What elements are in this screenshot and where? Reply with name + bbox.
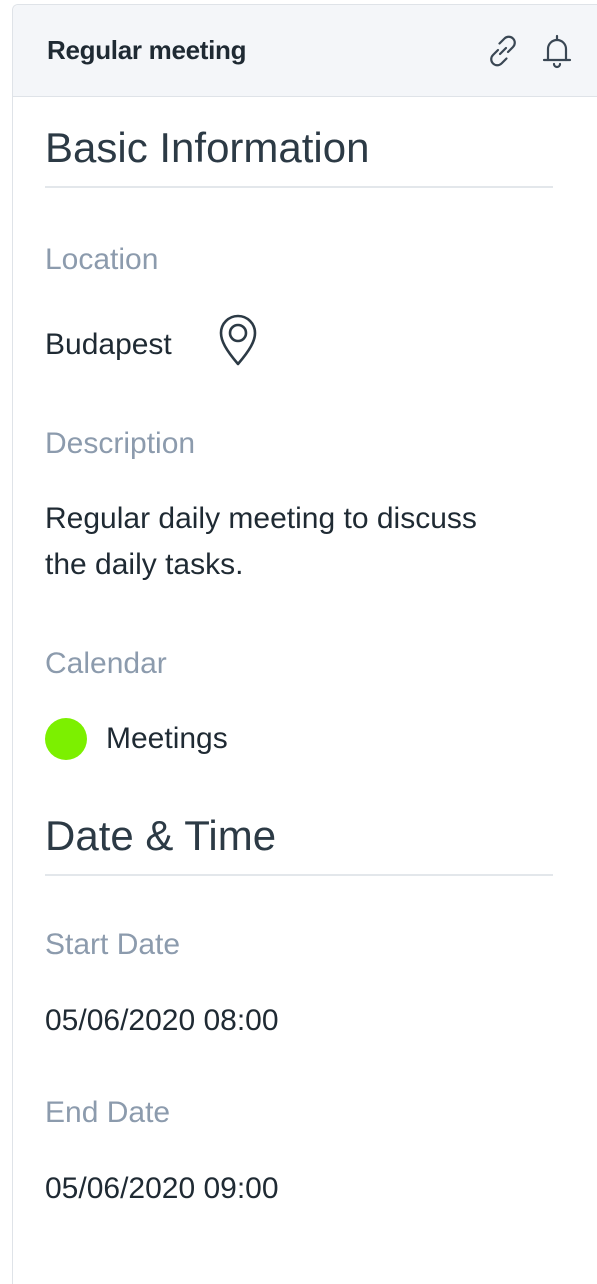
location-label: Location: [45, 243, 159, 276]
description-line: the daily tasks.: [45, 548, 244, 581]
description-value: Regular daily meeting to discuss the dai…: [45, 496, 477, 588]
calendar-label: Calendar: [45, 647, 167, 680]
appointment-detail-panel: Regular meeting: [12, 4, 597, 1284]
start-date-label: Start Date: [45, 928, 181, 961]
section-title-basic-information: Basic Information: [45, 124, 370, 171]
map-pin-icon[interactable]: [216, 312, 260, 368]
start-date-value: 05/06/2020 08:00: [45, 1004, 279, 1037]
bell-icon[interactable]: [537, 31, 577, 71]
end-date-label: End Date: [45, 1096, 171, 1129]
panel-header: Regular meeting: [13, 5, 597, 97]
calendar-value: Meetings: [106, 722, 228, 755]
panel-title: Regular meeting: [47, 35, 247, 65]
section-title-date-time: Date & Time: [45, 812, 277, 859]
description-line: Regular daily meeting to discuss: [45, 502, 477, 535]
end-date-value: 05/06/2020 09:00: [45, 1172, 279, 1205]
calendar-color-dot: [45, 718, 87, 760]
section-divider: [45, 874, 553, 876]
link-icon[interactable]: [483, 31, 523, 71]
description-label: Description: [45, 427, 196, 460]
location-value: Budapest: [45, 328, 172, 361]
section-divider: [45, 186, 553, 188]
